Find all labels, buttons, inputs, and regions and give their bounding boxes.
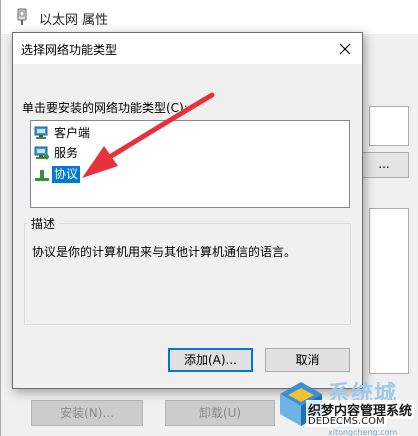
uninstall-button[interactable]: 卸载(U) [165,400,275,426]
feature-description: 协议是你的计算机用来与其他计算机通信的语言。 [32,245,297,259]
network-adapter-icon [17,8,27,25]
add-button[interactable]: 添加(A)... [168,348,253,372]
feature-type-list[interactable]: 客户端 服务 协议 [30,120,350,208]
select-network-feature-dialog: 选择网络功能类型 单击要安装的网络功能类型(C): 客户端 服务 协议 描述 协… [12,32,363,389]
close-icon [339,43,351,54]
properties-title: 以太网 属性 [39,13,109,28]
list-item-protocol[interactable]: 协议 [34,165,81,183]
dialog-titlebar: 选择网络功能类型 [13,33,362,64]
watermark-line3: xitongcheng.com [328,428,398,436]
dialog-title: 选择网络功能类型 [21,43,118,57]
watermark-line2: DEDECMS.COM [306,416,387,427]
description-group [24,223,351,325]
connect-using-field [369,106,409,146]
components-list[interactable] [369,208,409,374]
list-item-label: 协议 [52,165,81,183]
description-group-label: 描述 [27,215,60,232]
list-item-service[interactable]: 服务 [34,144,80,162]
service-network-icon [34,146,49,160]
site-watermark: 系统城 织梦内容管理系统 DEDECMS.COM xitongcheng.com [276,376,416,436]
close-button[interactable] [328,33,362,64]
feature-type-prompt: 单击要安装的网络功能类型(C): [22,101,188,115]
list-item-label: 服务 [54,145,79,160]
list-item-label: 客户端 [54,125,91,140]
client-network-icon [34,126,48,139]
configure-button[interactable]: ... [359,152,409,178]
install-button[interactable]: 安装(N)... [31,400,143,426]
properties-titlebar: 以太网 属性 [1,0,418,34]
list-item-client[interactable]: 客户端 [34,124,92,142]
cancel-button[interactable]: 取消 [265,348,350,372]
protocol-network-icon [35,170,49,181]
